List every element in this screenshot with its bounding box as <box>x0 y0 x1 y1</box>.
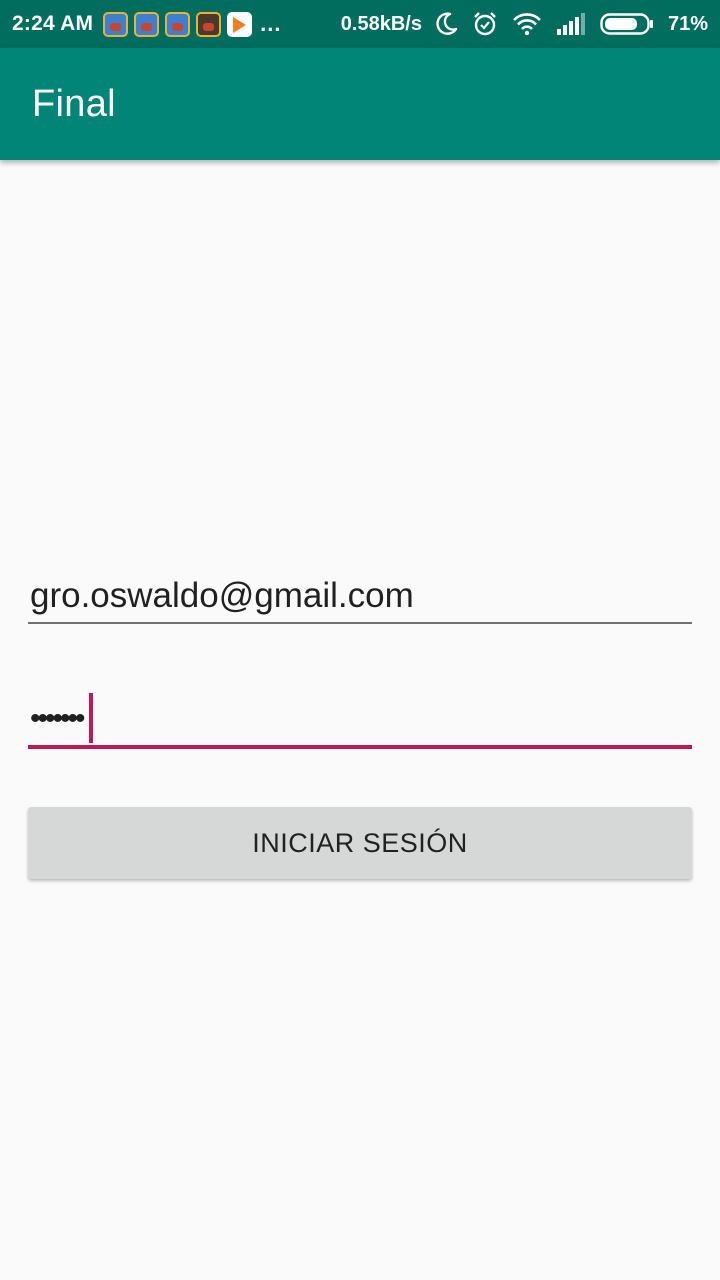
clash-royale-icon <box>103 11 129 37</box>
status-bar: 2:24 AM ... 0.58kB/s 71% <box>0 0 720 48</box>
email-field[interactable]: gro.oswaldo@gmail.com <box>28 568 692 624</box>
app-title: Final <box>32 82 116 125</box>
app-bar: Final <box>0 48 720 160</box>
clash-royale-icon <box>134 11 160 37</box>
password-field[interactable]: ••••••• <box>28 690 692 749</box>
network-speed: 0.58kB/s <box>340 12 422 35</box>
moon-icon <box>436 12 458 35</box>
password-value: ••••••• <box>30 701 86 735</box>
wifi-icon <box>513 13 541 36</box>
clash-royale-icon <box>165 11 191 37</box>
google-play-icon <box>227 11 253 37</box>
screen: 2:24 AM ... 0.58kB/s 71% Final gro.oswal… <box>0 0 720 1280</box>
more-notifications-icon: ... <box>260 11 282 36</box>
battery-percent: 71% <box>667 12 708 35</box>
status-right: 0.58kB/s 71% <box>341 11 708 37</box>
notification-icons <box>103 11 253 37</box>
alarm-icon <box>474 12 496 36</box>
status-time: 2:24 AM <box>12 12 94 35</box>
login-button[interactable]: INICIAR SESIÓN <box>28 807 692 879</box>
clash-royale-dark-icon <box>196 11 222 37</box>
text-cursor <box>88 692 93 743</box>
signal-icon <box>556 13 585 35</box>
battery-icon <box>600 13 653 35</box>
